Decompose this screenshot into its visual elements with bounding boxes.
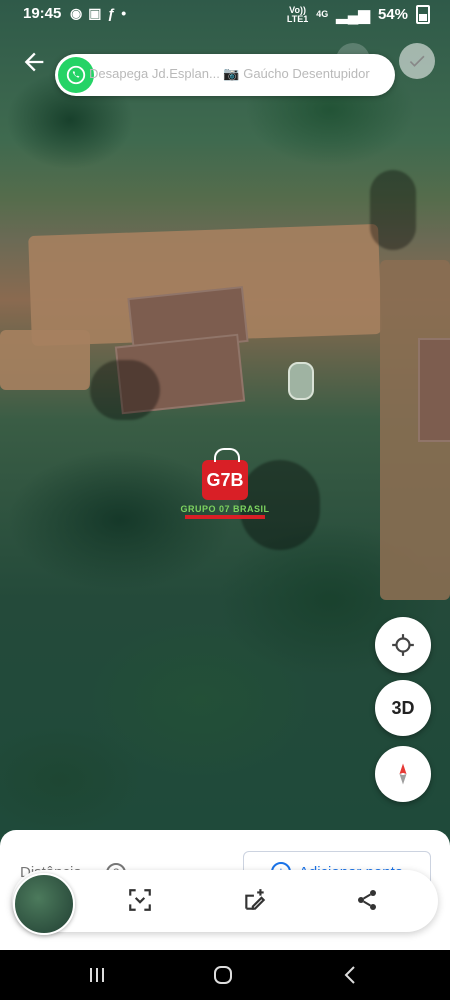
network-label: Vo)) LTE1	[286, 5, 309, 24]
compass-icon	[399, 763, 407, 785]
map-thumbnail[interactable]	[13, 873, 75, 935]
recent-apps-icon[interactable]	[82, 960, 112, 990]
tree-shadow	[90, 360, 160, 420]
add-note-icon[interactable]	[240, 885, 270, 915]
pool	[288, 362, 314, 400]
network-type: 4G	[316, 9, 329, 19]
notification-icons: ◉▣ƒ•	[70, 5, 132, 22]
status-bar: 19:45 ◉▣ƒ• Vo)) LTE1 4G ▂▄▆ 54%	[0, 0, 450, 28]
dirt-area	[0, 330, 90, 390]
whatsapp-notification[interactable]: Desapega Jd.Esplan... 📷 Gaúcho Desentupi…	[55, 54, 395, 96]
house-roof	[418, 338, 450, 442]
whatsapp-icon: ◉	[70, 5, 89, 21]
my-location-button[interactable]	[375, 617, 431, 673]
3d-button[interactable]: 3D	[375, 680, 431, 736]
battery-percent: 54%	[377, 6, 408, 23]
tree-shadow	[370, 170, 416, 250]
back-arrow-icon[interactable]	[20, 48, 48, 76]
dot-icon: •	[121, 5, 133, 21]
check-icon	[409, 55, 425, 67]
system-nav-bar	[0, 950, 450, 1000]
status-right: Vo)) LTE1 4G ▂▄▆ 54%	[287, 5, 430, 24]
logo-name: GRUPO 07 BRASIL	[180, 504, 270, 514]
crosshair-icon	[392, 634, 414, 656]
network-bottom: LTE1	[286, 13, 309, 24]
share-icon[interactable]	[352, 885, 382, 915]
logo-roof	[214, 448, 240, 462]
logo-badge: G7B	[202, 448, 248, 500]
3d-label: 3D	[391, 697, 415, 718]
screenshot-icon[interactable]	[125, 885, 155, 915]
confirm-check-button[interactable]	[399, 43, 435, 79]
logo-underline	[185, 515, 265, 519]
image-icon: ▣	[88, 5, 108, 21]
status-time: 19:45	[23, 5, 62, 22]
compass-button[interactable]	[375, 746, 431, 802]
back-icon[interactable]	[335, 960, 365, 990]
grupo-logo: G7B GRUPO 07 BRASIL	[175, 448, 275, 540]
signal-icon: ▂▄▆	[336, 6, 370, 24]
facebook-icon: ƒ	[107, 5, 122, 21]
notification-text: Desapega Jd.Esplan... 📷 Gaúcho Desentupi…	[89, 66, 370, 81]
battery-icon	[416, 5, 430, 24]
home-icon[interactable]	[208, 960, 238, 990]
logo-mark: G7B	[206, 470, 244, 490]
